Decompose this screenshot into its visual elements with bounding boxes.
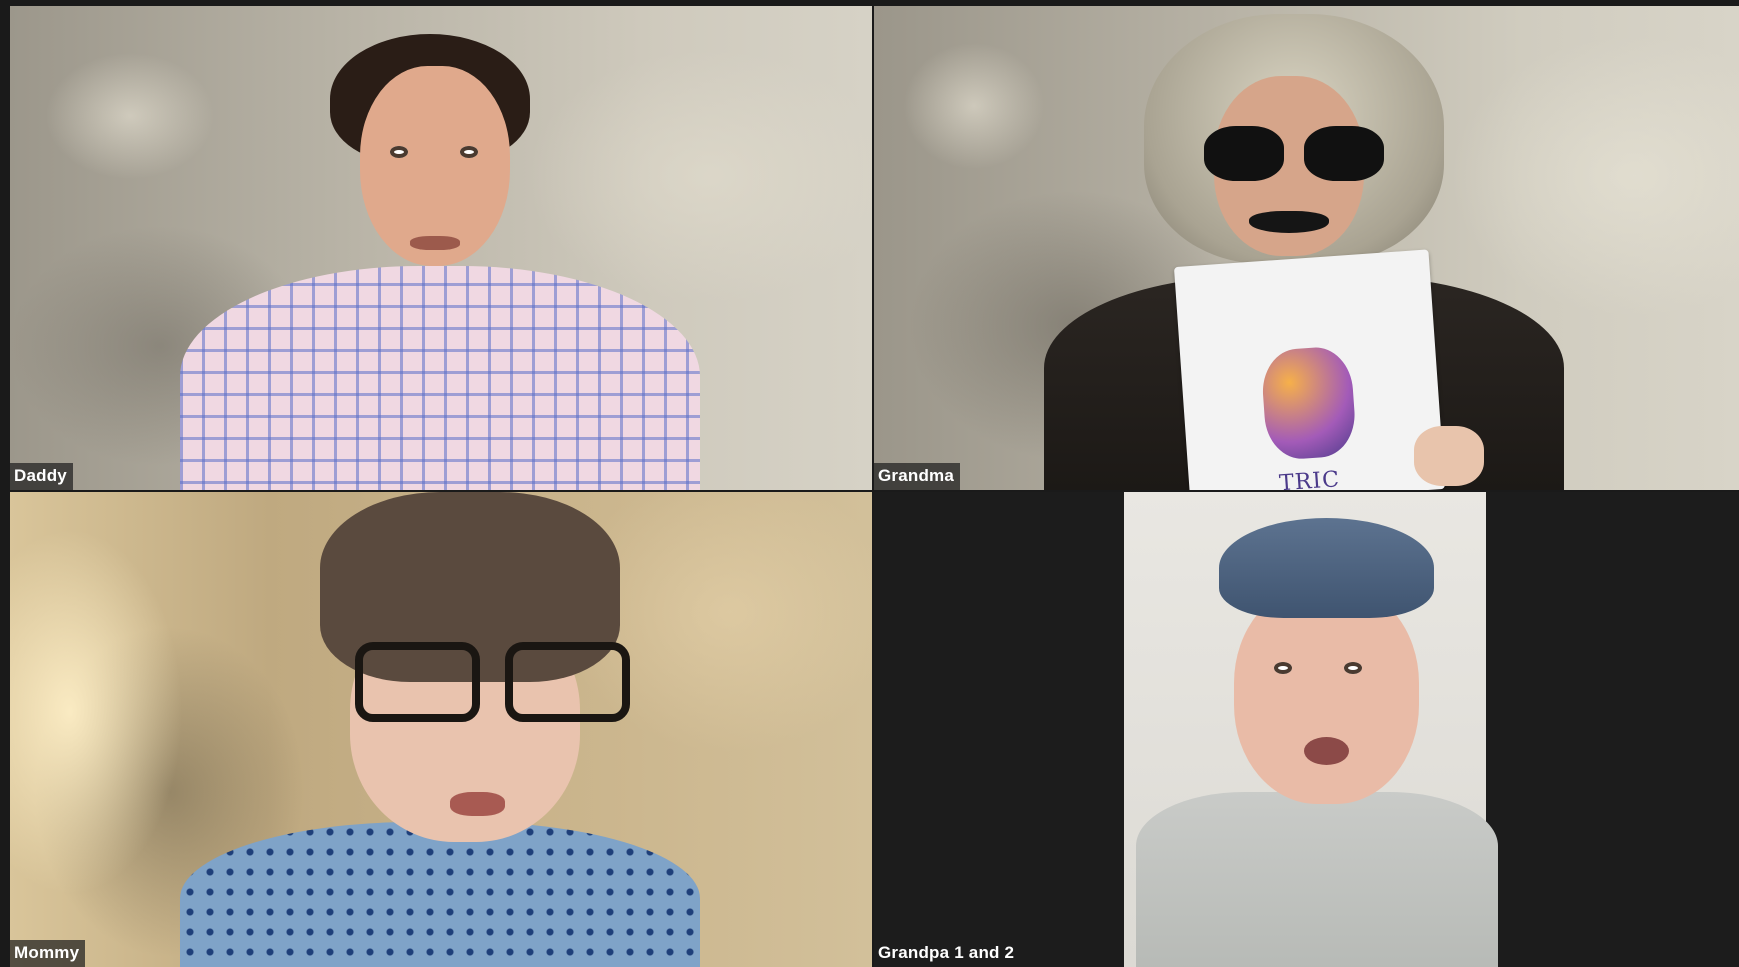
participant-mouth	[410, 236, 460, 250]
participant-shirt	[1136, 792, 1498, 967]
participant-name-label: Grandma	[874, 463, 961, 490]
participant-name-label: Grandpa 1 and 2	[874, 940, 1021, 967]
participant-eye	[1344, 662, 1362, 674]
video-tile-mommy[interactable]: Mommy	[10, 492, 872, 967]
video-tile-grandma[interactable]: TRIC Grandma	[874, 6, 1739, 490]
video-tile-grandpa[interactable]: Grandpa 1 and 2	[874, 492, 1739, 967]
book-cover-art	[1260, 345, 1358, 462]
fake-mustache	[1249, 211, 1329, 233]
video-grid: Daddy TRIC Grandma Mommy Grandpa 1 and 2	[0, 0, 1739, 967]
participant-blouse	[180, 822, 700, 967]
participant-name-label: Daddy	[10, 463, 73, 490]
participant-name-label: Mommy	[10, 940, 86, 967]
participant-eye	[390, 146, 408, 158]
held-book: TRIC	[1173, 249, 1446, 490]
participant-eye	[460, 146, 478, 158]
eyeglasses	[355, 642, 645, 722]
participant-eye	[1274, 662, 1292, 674]
participant-hand	[1414, 426, 1484, 486]
video-tile-daddy[interactable]: Daddy	[10, 6, 872, 490]
sunglasses	[1204, 126, 1384, 181]
participant-shirt	[180, 266, 700, 490]
flat-cap	[1219, 518, 1434, 618]
book-title-text: TRIC	[1278, 467, 1341, 490]
participant-mouth	[1304, 737, 1349, 765]
participant-mouth	[450, 792, 505, 816]
